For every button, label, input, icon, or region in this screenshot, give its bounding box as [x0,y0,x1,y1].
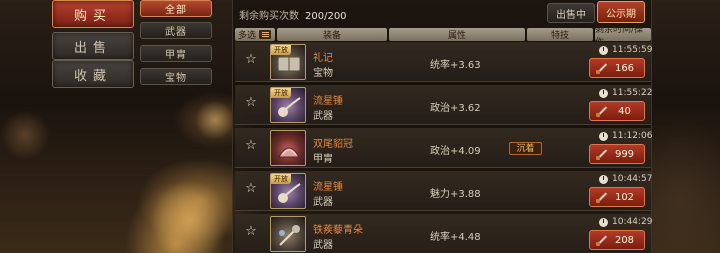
favorite-star-icon[interactable]: ☆ [244,182,258,196]
clock-icon [599,45,608,55]
lamp-glow [0,110,50,160]
time-value: 10:44:57 [612,174,653,184]
currency-icon [595,104,609,118]
meteor-hammer-icon: 开放 [270,173,306,209]
column-skill[interactable]: 特技 [527,28,593,41]
table-header: 多选 装备 属性 特技 剩余时间/操作 [235,25,651,48]
sable-crown-icon [270,130,306,166]
table-row[interactable]: ☆ 开放 礼记 宝物 统率+3.63 11:55:59 166 [235,42,652,82]
meteor-hammer-icon: 开放 [270,87,306,123]
column-multi-select[interactable]: 多选 [235,28,275,41]
item-type: 武器 [313,197,333,208]
market-panel: 剩余购买次数 200/200 出售中 公示期 多选 装备 属性 特技 剩余时间/操… [232,0,652,253]
time-value: 11:12:06 [612,131,653,141]
currency-icon [595,233,609,247]
item-attribute: 魅力+3.88 [430,189,481,200]
clock-icon [599,217,608,227]
selling-tab-button[interactable]: 出售中 [547,3,595,23]
time-value: 11:55:22 [612,88,653,98]
lantern-glow [150,180,230,253]
category-weapon-button[interactable]: 武器 [140,22,212,39]
buy-price-button[interactable]: 102 [589,187,645,207]
column-equip[interactable]: 装备 [277,28,387,41]
table-row[interactable]: ☆ 双尾貂冠 甲胄 政治+4.09 沉着 11:12:06 999 [235,128,652,168]
favorite-star-icon[interactable]: ☆ [244,225,258,239]
remaining-time: 10:44:57 [599,174,652,184]
table-row[interactable]: ☆ 铁蒺藜青朵 武器 统率+4.48 10:44:29 208 [235,214,652,253]
item-attribute: 政治+3.62 [430,103,481,114]
buy-price-button[interactable]: 999 [589,144,645,164]
nav-favorites-button[interactable]: 收藏 [52,60,134,88]
table-row[interactable]: ☆ 开放 流星锤 武器 魅力+3.88 10:44:57 102 [235,171,652,211]
item-name: 双尾貂冠 [313,139,353,150]
price-value: 999 [614,148,635,160]
nav-buy-button[interactable]: 购买 [52,0,134,28]
item-name: 礼记 [313,53,333,64]
clock-icon [599,88,608,98]
remaining-purchases: 剩余购买次数 200/200 [239,7,347,22]
item-type: 武器 [313,111,333,122]
favorite-star-icon[interactable]: ☆ [244,139,258,153]
mace-icon [270,216,306,252]
remaining-time: 10:44:29 [599,217,652,227]
remaining-time: 11:12:06 [599,131,652,141]
column-multi-label: 多选 [238,31,257,41]
table-row[interactable]: ☆ 开放 流星锤 武器 政治+3.62 11:55:22 40 [235,85,652,125]
favorite-star-icon[interactable]: ☆ [244,96,258,110]
open-tag: 开放 [271,45,291,55]
clock-icon [599,131,608,141]
favorite-star-icon[interactable]: ☆ [244,53,258,67]
buy-price-button[interactable]: 166 [589,58,645,78]
price-value: 166 [614,62,635,74]
remaining-purchases-count: 200/200 [305,11,347,22]
filter-icon[interactable] [259,30,272,39]
lamp-glow [195,100,235,140]
time-value: 10:44:29 [612,217,653,227]
category-treasure-button[interactable]: 宝物 [140,68,212,85]
column-time-price: 剩余时间/操作 [595,25,651,48]
remaining-time: 11:55:59 [599,45,652,55]
item-type: 宝物 [313,68,333,79]
category-armor-button[interactable]: 甲胄 [140,45,212,62]
book-icon: 开放 [270,44,306,80]
notice-period-tab-button[interactable]: 公示期 [597,1,645,23]
column-attr[interactable]: 属性 [389,28,525,41]
item-attribute: 统率+4.48 [430,232,481,243]
currency-icon [595,190,609,204]
buy-price-button[interactable]: 208 [589,230,645,250]
category-all-button[interactable]: 全部 [140,0,212,17]
price-value: 102 [614,191,635,203]
remaining-purchases-label: 剩余购买次数 [239,11,299,22]
buy-price-button[interactable]: 40 [589,101,645,121]
nav-sell-button[interactable]: 出售 [52,32,134,60]
price-value: 208 [614,234,635,246]
item-type: 武器 [313,240,333,251]
item-attribute: 统率+3.63 [430,60,481,71]
price-value: 40 [618,105,631,117]
item-name: 铁蒺藜青朵 [313,225,363,236]
item-name: 流星锤 [313,182,343,193]
remaining-time: 11:55:22 [599,88,652,98]
item-attribute: 政治+4.09 [430,146,481,157]
item-type: 甲胄 [313,154,333,165]
time-value: 11:55:59 [612,45,653,55]
clock-icon [599,174,608,184]
open-tag: 开放 [271,88,291,98]
skill-tag: 沉着 [509,142,542,155]
item-name: 流星锤 [313,96,343,107]
currency-icon [595,61,609,75]
currency-icon [595,147,609,161]
open-tag: 开放 [271,174,291,184]
